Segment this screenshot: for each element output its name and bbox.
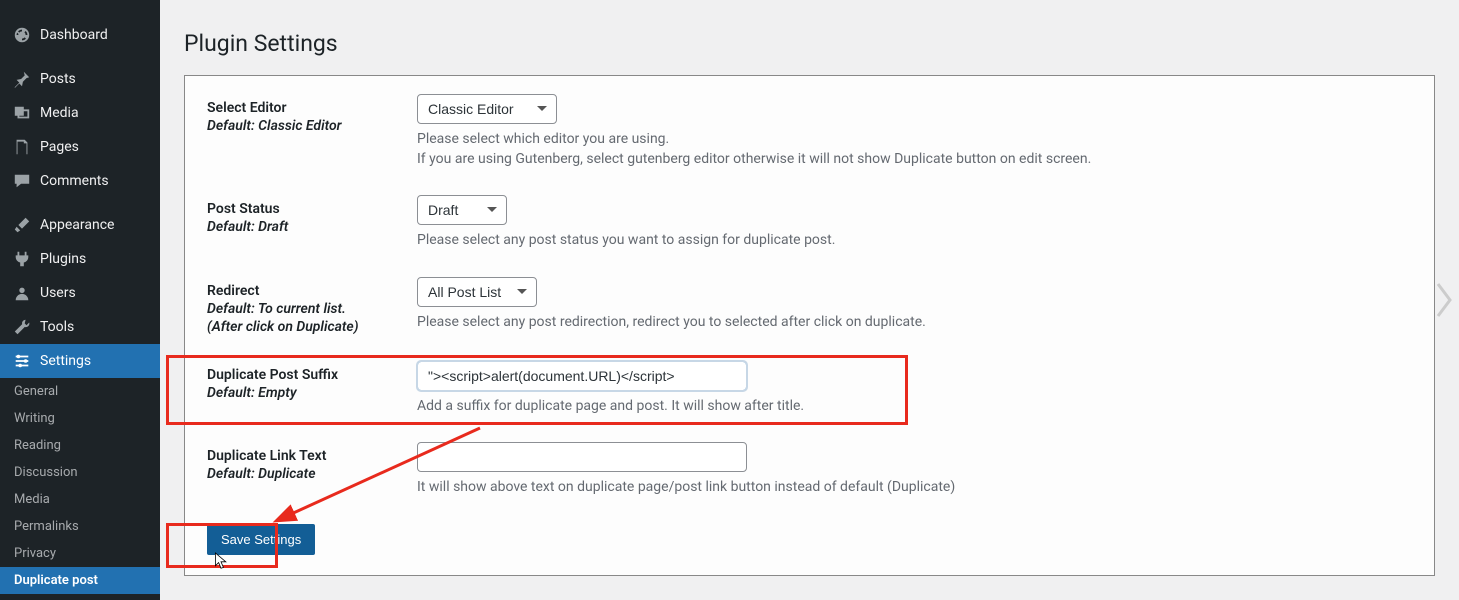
plugin-icon bbox=[12, 249, 32, 269]
sidebar-sub-permalinks[interactable]: Permalinks bbox=[0, 513, 160, 540]
sidebar-sub-label: Permalinks bbox=[14, 519, 79, 534]
brush-icon bbox=[12, 215, 32, 235]
field-row-suffix: Duplicate Post Suffix Default: Empty Add… bbox=[207, 361, 1412, 417]
sidebar-item-label: Dashboard bbox=[40, 27, 108, 43]
sidebar-item-label: Posts bbox=[40, 71, 76, 87]
sidebar-sub-label: Discussion bbox=[14, 465, 78, 480]
sidebar-item-label: Pages bbox=[40, 139, 79, 155]
sidebar-item-tools[interactable]: Tools bbox=[0, 310, 160, 344]
sidebar-sub-privacy[interactable]: Privacy bbox=[0, 540, 160, 567]
sidebar-sub-media[interactable]: Media bbox=[0, 486, 160, 513]
status-select[interactable]: Draft bbox=[417, 195, 507, 225]
field-row-editor: Select Editor Default: Classic Editor Cl… bbox=[207, 94, 1412, 169]
editor-select[interactable]: Classic Editor bbox=[417, 94, 557, 124]
field-row-status: Post Status Default: Draft Draft Please … bbox=[207, 195, 1412, 251]
field-default: Default: To current list. bbox=[207, 301, 417, 317]
sidebar-sub-reading[interactable]: Reading bbox=[0, 432, 160, 459]
field-desc: Add a suffix for duplicate page and post… bbox=[417, 397, 1412, 417]
dashboard-icon bbox=[12, 25, 32, 45]
field-desc: Please select any post status you want t… bbox=[417, 231, 1412, 251]
link-text-input[interactable] bbox=[417, 442, 747, 472]
field-desc: Please select which editor you are using… bbox=[417, 130, 1412, 169]
sidebar-item-label: Users bbox=[40, 285, 76, 301]
comments-icon bbox=[12, 171, 32, 191]
sidebar-sub-writing[interactable]: Writing bbox=[0, 405, 160, 432]
sidebar-item-label: Comments bbox=[40, 173, 109, 189]
settings-panel: Select Editor Default: Classic Editor Cl… bbox=[184, 75, 1435, 576]
sidebar-item-pages[interactable]: Pages bbox=[0, 130, 160, 164]
sidebar-sub-label: Writing bbox=[14, 411, 55, 426]
field-default: Default: Duplicate bbox=[207, 466, 417, 482]
media-icon bbox=[12, 103, 32, 123]
page-title: Plugin Settings bbox=[184, 30, 1435, 57]
field-default: Default: Classic Editor bbox=[207, 118, 417, 134]
sidebar-item-label: Plugins bbox=[40, 251, 86, 267]
field-row-redirect: Redirect Default: To current list. (Afte… bbox=[207, 277, 1412, 335]
field-row-link-text: Duplicate Link Text Default: Duplicate I… bbox=[207, 442, 1412, 498]
pin-icon bbox=[12, 69, 32, 89]
sidebar-sub-label: General bbox=[14, 384, 58, 399]
sidebar-item-appearance[interactable]: Appearance bbox=[0, 208, 160, 242]
pages-icon bbox=[12, 137, 32, 157]
sidebar-item-dashboard[interactable]: Dashboard bbox=[0, 18, 160, 52]
field-desc: It will show above text on duplicate pag… bbox=[417, 478, 1412, 498]
field-default: Default: Draft bbox=[207, 219, 417, 235]
sidebar-sub-discussion[interactable]: Discussion bbox=[0, 459, 160, 486]
save-button[interactable]: Save Settings bbox=[207, 524, 315, 555]
field-label: Post Status bbox=[207, 201, 417, 217]
sidebar-item-comments[interactable]: Comments bbox=[0, 164, 160, 198]
redirect-select[interactable]: All Post List bbox=[417, 277, 537, 307]
sidebar-item-label: Tools bbox=[40, 319, 74, 335]
sidebar-item-users[interactable]: Users bbox=[0, 276, 160, 310]
settings-icon bbox=[12, 351, 32, 371]
field-label: Duplicate Post Suffix bbox=[207, 367, 417, 383]
field-label: Redirect bbox=[207, 283, 417, 299]
field-label: Duplicate Link Text bbox=[207, 448, 417, 464]
suffix-input[interactable] bbox=[417, 361, 747, 391]
sidebar-sub-general[interactable]: General bbox=[0, 378, 160, 405]
tools-icon bbox=[12, 317, 32, 337]
sidebar-item-plugins[interactable]: Plugins bbox=[0, 242, 160, 276]
sidebar-item-label: Settings bbox=[40, 353, 91, 369]
chevron-right-icon[interactable] bbox=[1433, 280, 1455, 320]
sidebar-item-media[interactable]: Media bbox=[0, 96, 160, 130]
field-label: Select Editor bbox=[207, 100, 417, 116]
main-content: Plugin Settings Select Editor Default: C… bbox=[160, 0, 1459, 600]
sidebar-sub-label: Media bbox=[14, 492, 50, 507]
users-icon bbox=[12, 283, 32, 303]
field-default-extra: (After click on Duplicate) bbox=[207, 319, 417, 335]
sidebar-item-settings[interactable]: Settings bbox=[0, 344, 160, 378]
sidebar-item-label: Media bbox=[40, 105, 79, 121]
field-default: Default: Empty bbox=[207, 385, 417, 401]
sidebar-sub-label: Reading bbox=[14, 438, 61, 453]
sidebar-item-label: Appearance bbox=[40, 217, 114, 233]
admin-sidebar: Dashboard Posts Media Pages Comments App… bbox=[0, 0, 160, 600]
sidebar-item-posts[interactable]: Posts bbox=[0, 62, 160, 96]
sidebar-sub-label: Privacy bbox=[14, 546, 56, 561]
sidebar-sub-label: Duplicate post bbox=[14, 573, 98, 588]
sidebar-sub-duplicate-post[interactable]: Duplicate post bbox=[0, 567, 160, 594]
field-desc: Please select any post redirection, redi… bbox=[417, 313, 1412, 333]
